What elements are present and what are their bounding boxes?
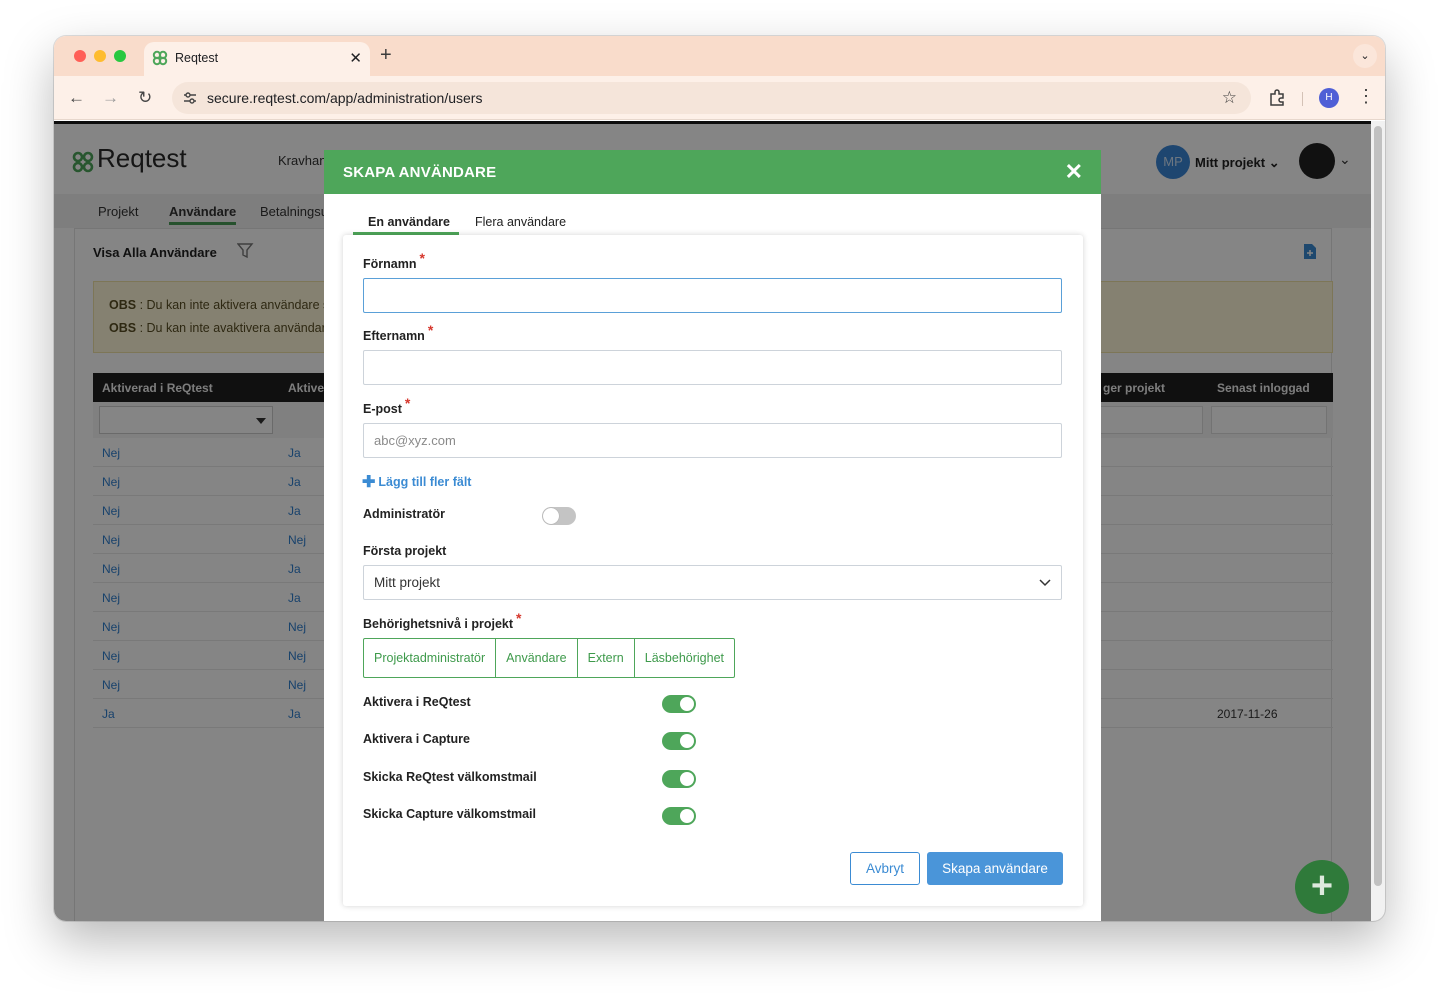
toggle-label-reqtest-welcome: Skicka ReQtest välkomstmail	[363, 770, 537, 784]
toggle-label-activate-capture: Aktivera i Capture	[363, 732, 470, 746]
browser-toolbar: ← → ↻ secure.reqtest.com/app/administrat…	[54, 76, 1385, 120]
browser-window: Reqtest ✕ + ⌄ ← → ↻ secure.reqtest.com/a…	[54, 36, 1385, 921]
permission-segmented-control: Projektadministratör Användare Extern Lä…	[363, 638, 735, 678]
first-project-label: Första projekt	[363, 544, 447, 558]
browser-tab[interactable]: Reqtest ✕	[144, 42, 370, 76]
bookmark-star-icon[interactable]: ☆	[1222, 88, 1237, 108]
email-label: E-post *	[363, 395, 411, 416]
reload-icon[interactable]: ↻	[138, 88, 152, 108]
address-bar[interactable]: secure.reqtest.com/app/administration/us…	[172, 82, 1251, 114]
tab-multiple-users[interactable]: Flera användare	[475, 215, 566, 229]
last-name-label: Efternamn *	[363, 322, 434, 343]
maximize-window-button[interactable]	[114, 50, 126, 62]
last-name-field[interactable]	[363, 350, 1062, 385]
close-icon[interactable]: ✕	[1065, 159, 1083, 185]
email-field[interactable]	[363, 423, 1062, 458]
scrollbar-thumb[interactable]	[1374, 126, 1382, 886]
back-icon[interactable]: ←	[68, 88, 85, 108]
activate-reqtest-toggle[interactable]	[662, 695, 696, 713]
new-tab-icon[interactable]: +	[380, 44, 392, 67]
page-scrollbar[interactable]	[1371, 121, 1385, 921]
permission-option-projektadmin[interactable]: Projektadministratör	[364, 639, 497, 677]
plus-icon: ✚	[362, 474, 376, 491]
forward-icon[interactable]: →	[102, 88, 119, 108]
permission-label: Behörighetsnivå i projekt *	[363, 610, 522, 631]
required-marker: *	[404, 395, 411, 411]
toolbar-divider	[1302, 92, 1303, 106]
permission-option-lasbehorighet[interactable]: Läsbehörighet	[635, 639, 734, 677]
first-project-value: Mitt projekt	[374, 575, 441, 590]
permission-option-extern[interactable]: Extern	[578, 639, 635, 677]
form-card: Förnamn* Efternamn* E-post* ✚Lägg till f…	[343, 235, 1083, 906]
first-project-select[interactable]: Mitt projekt	[363, 565, 1062, 600]
toggle-label-capture-welcome: Skicka Capture välkomstmail	[363, 807, 536, 821]
create-user-modal: SKAPA ANVÄNDARE ✕ En användare Flera anv…	[324, 150, 1101, 921]
permission-option-anvandare[interactable]: Användare	[496, 639, 578, 677]
create-user-button[interactable]: Skapa användare	[927, 852, 1063, 885]
cancel-button[interactable]: Avbryt	[850, 852, 920, 885]
browser-menu-icon[interactable]: ⋮	[1357, 86, 1375, 107]
tab-close-icon[interactable]: ✕	[349, 49, 362, 67]
tab-search-chevron-icon[interactable]: ⌄	[1353, 44, 1377, 68]
activate-capture-toggle[interactable]	[662, 732, 696, 750]
required-marker: *	[419, 250, 425, 266]
admin-label: Administratör	[363, 507, 445, 521]
reqtest-welcome-mail-toggle[interactable]	[662, 770, 696, 788]
reqtest-favicon-icon	[152, 50, 168, 66]
url-text: secure.reqtest.com/app/administration/us…	[207, 90, 483, 106]
site-settings-icon[interactable]	[182, 90, 198, 106]
modal-title: SKAPA ANVÄNDARE	[343, 164, 497, 181]
first-name-label: Förnamn *	[363, 250, 425, 271]
page-viewport: Reqtest Kravhan MP Mitt projekt ⌄ ⌄ Proj…	[54, 121, 1385, 921]
required-marker: *	[427, 322, 434, 338]
first-name-field[interactable]	[363, 278, 1062, 313]
close-window-button[interactable]	[74, 50, 86, 62]
tab-single-user[interactable]: En användare	[368, 215, 450, 229]
tab-title: Reqtest	[175, 51, 219, 65]
add-user-fab[interactable]: +	[1295, 860, 1349, 914]
profile-avatar[interactable]: H	[1319, 88, 1339, 108]
minimize-window-button[interactable]	[94, 50, 106, 62]
chevron-down-icon	[1039, 579, 1051, 587]
required-marker: *	[516, 610, 522, 626]
modal-header: SKAPA ANVÄNDARE ✕	[324, 150, 1101, 194]
capture-welcome-mail-toggle[interactable]	[662, 807, 696, 825]
toggle-label-activate-reqtest: Aktivera i ReQtest	[363, 695, 471, 709]
add-more-fields-link[interactable]: ✚ Lägg till fler fält	[362, 471, 471, 491]
extensions-icon[interactable]	[1268, 88, 1286, 106]
admin-toggle[interactable]	[542, 507, 576, 525]
tab-strip: Reqtest ✕ + ⌄	[54, 36, 1385, 76]
